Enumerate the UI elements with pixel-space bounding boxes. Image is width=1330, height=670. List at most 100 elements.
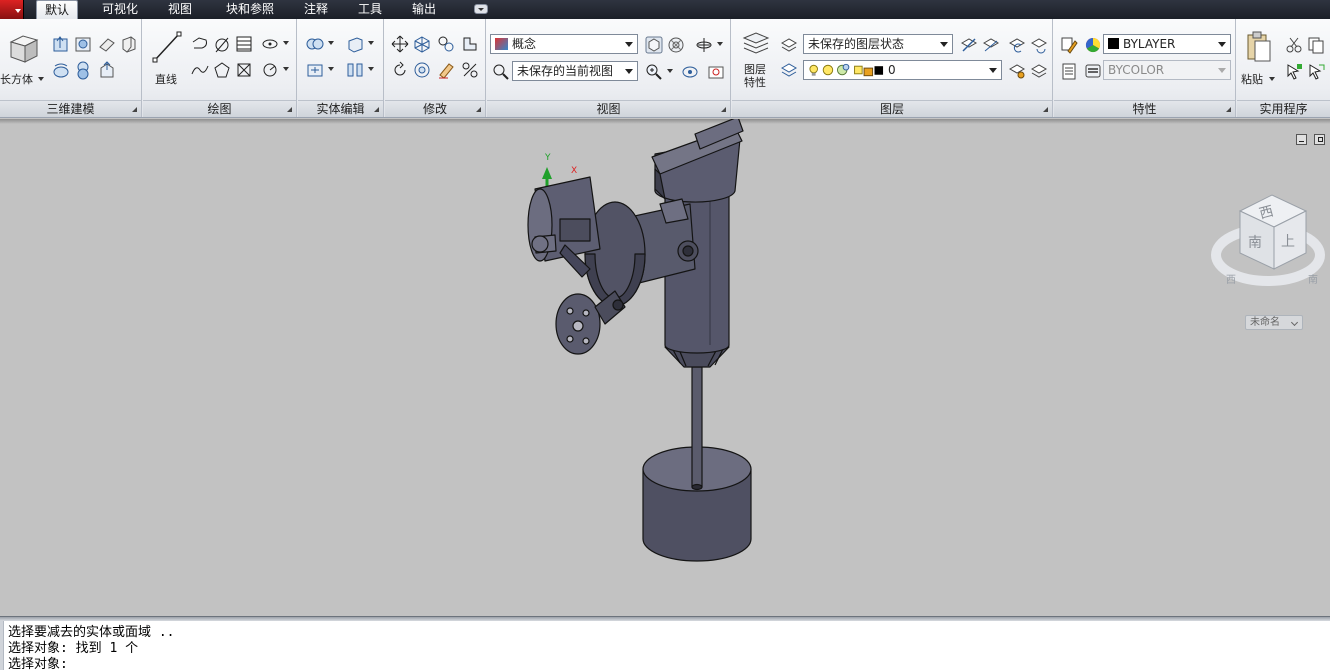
polyline-icon[interactable] [189,33,209,53]
layer-freeze-icon[interactable] [1006,60,1026,80]
boundary-icon[interactable] [233,59,253,79]
view-manager-icon[interactable] [490,61,510,81]
circle-icon[interactable] [211,33,231,53]
pan-orbit-icon[interactable] [693,34,713,54]
paste-icon[interactable] [1243,29,1273,63]
panel-title-utilities[interactable]: 实用程序 [1237,100,1330,117]
copy-clip-icon[interactable] [1305,34,1325,54]
layer-off-icon[interactable] [1028,60,1048,80]
ribbon-tab-bar: 默认 可视化 视图 块和参照 注释 工具 输出 [0,0,1330,19]
arc-icon[interactable] [259,59,279,79]
hatch-icon[interactable] [233,33,253,53]
ellipse-icon[interactable] [259,33,279,53]
chevron-down-icon[interactable] [328,41,334,45]
layer-isolate-icon[interactable] [1028,34,1048,54]
chevron-down-icon[interactable] [1269,77,1275,81]
revolve-icon[interactable] [50,59,70,79]
polygon-icon[interactable] [211,59,231,79]
saved-view-select[interactable]: 未保存的当前视图 [512,61,638,81]
chevron-down-icon[interactable] [368,41,374,45]
tab-annotate[interactable]: 注释 [296,0,336,19]
chevron-down-icon[interactable] [328,67,334,71]
match-layer-icon[interactable] [980,34,1000,54]
visual-style-select[interactable]: 概念 [490,34,638,54]
chevron-down-icon[interactable] [717,42,723,46]
3d-rotate-icon[interactable] [411,33,431,53]
command-line-window[interactable]: 选择要减去的实体或面域 .. 选择对象: 找到 1 个 选择对象: [0,621,1330,670]
tab-default[interactable]: 默认 [36,0,78,19]
scale-icon[interactable] [459,59,479,79]
tab-visualize[interactable]: 可视化 [94,0,146,19]
tab-blocks-references[interactable]: 块和参照 [217,0,283,19]
linetype-select[interactable]: BYCOLOR [1103,60,1231,80]
lineweight-icon[interactable] [1082,60,1102,80]
tab-tools[interactable]: 工具 [350,0,390,19]
smooth-object-icon[interactable] [118,33,138,53]
list-icon[interactable] [1058,60,1078,80]
zoom-icon[interactable] [643,61,663,81]
viewcube[interactable]: 西 南 上 西 南 [1210,187,1325,302]
panel-layers: 图层 特性 未保存的图层状态 0 图层 [732,19,1053,117]
viewport-restore-button[interactable] [1314,134,1325,145]
align-icon[interactable] [459,33,479,53]
spline-icon[interactable] [189,59,209,79]
box-icon[interactable] [4,29,40,65]
drawing-viewport[interactable]: Y X Z [0,119,1330,616]
chevron-down-icon[interactable] [368,67,374,71]
layer-state-select[interactable]: 未保存的图层状态 [803,34,953,54]
layer-previous-icon[interactable] [1006,34,1026,54]
chevron-down-icon[interactable] [283,41,289,45]
polysolid-icon[interactable] [96,33,116,53]
chevron-down-icon[interactable] [283,67,289,71]
panel-title-3d-modeling[interactable]: 三维建模 [0,100,141,117]
match-properties-icon[interactable] [1058,34,1078,54]
color-select[interactable]: BYLAYER [1103,34,1231,54]
copy-icon[interactable] [435,33,455,53]
3d-array-icon[interactable] [411,59,431,79]
panel-title-solid-editing[interactable]: 实体编辑 [298,100,383,117]
separate-icon[interactable] [344,59,364,79]
command-prompt-line[interactable]: 选择对象: [8,653,68,670]
erase-icon[interactable] [435,59,455,79]
3d-valve-model[interactable] [520,119,780,599]
tab-output[interactable]: 输出 [404,0,444,19]
layer-state-icon[interactable] [778,34,798,54]
steering-wheel-icon[interactable] [665,34,685,54]
view-cube-toggle-icon[interactable] [643,34,663,54]
color-wheel-icon[interactable] [1082,34,1102,54]
panel-title-properties[interactable]: 特性 [1054,100,1235,117]
panel-title-layers[interactable]: 图层 [732,100,1052,117]
orbit-icon[interactable] [679,61,699,81]
panel-title-draw[interactable]: 绘图 [143,100,296,117]
select-similar-icon[interactable] [1305,60,1325,80]
chevron-down-icon[interactable] [38,77,44,81]
panel-solid-editing: 实体编辑 [298,19,384,117]
layer-walk-icon[interactable] [778,60,798,80]
presspull-icon[interactable] [72,33,92,53]
panel-title-view[interactable]: 视图 [487,100,730,117]
loft-icon[interactable] [72,59,92,80]
make-current-layer-icon[interactable] [958,34,978,54]
quick-select-icon[interactable] [1283,60,1303,80]
ribbon-minimize-button[interactable] [474,4,488,14]
chevron-down-icon[interactable] [667,69,673,73]
extract-edges-icon[interactable] [344,33,364,53]
layer-properties-icon[interactable] [740,27,770,57]
viewport-minimize-button[interactable] [1296,134,1307,145]
line-icon[interactable] [149,29,183,63]
application-menu-button[interactable] [0,0,24,19]
move-icon[interactable] [389,33,409,53]
named-views-icon[interactable] [705,61,725,81]
panel-title-modify[interactable]: 修改 [385,100,485,117]
rotate-icon[interactable] [389,59,409,79]
union-icon[interactable] [304,33,324,53]
tab-view[interactable]: 视图 [160,0,200,19]
panel-utilities: 粘贴 实用程序 [1237,19,1330,117]
extrude-icon[interactable] [50,33,70,53]
command-line-grip[interactable] [0,621,4,670]
cut-icon[interactable] [1283,34,1303,54]
named-view-dropdown[interactable]: 未命名 [1245,315,1303,330]
imprint-icon[interactable] [304,59,324,79]
current-layer-select[interactable]: 0 [803,60,1002,80]
sweep-icon[interactable] [96,59,116,79]
